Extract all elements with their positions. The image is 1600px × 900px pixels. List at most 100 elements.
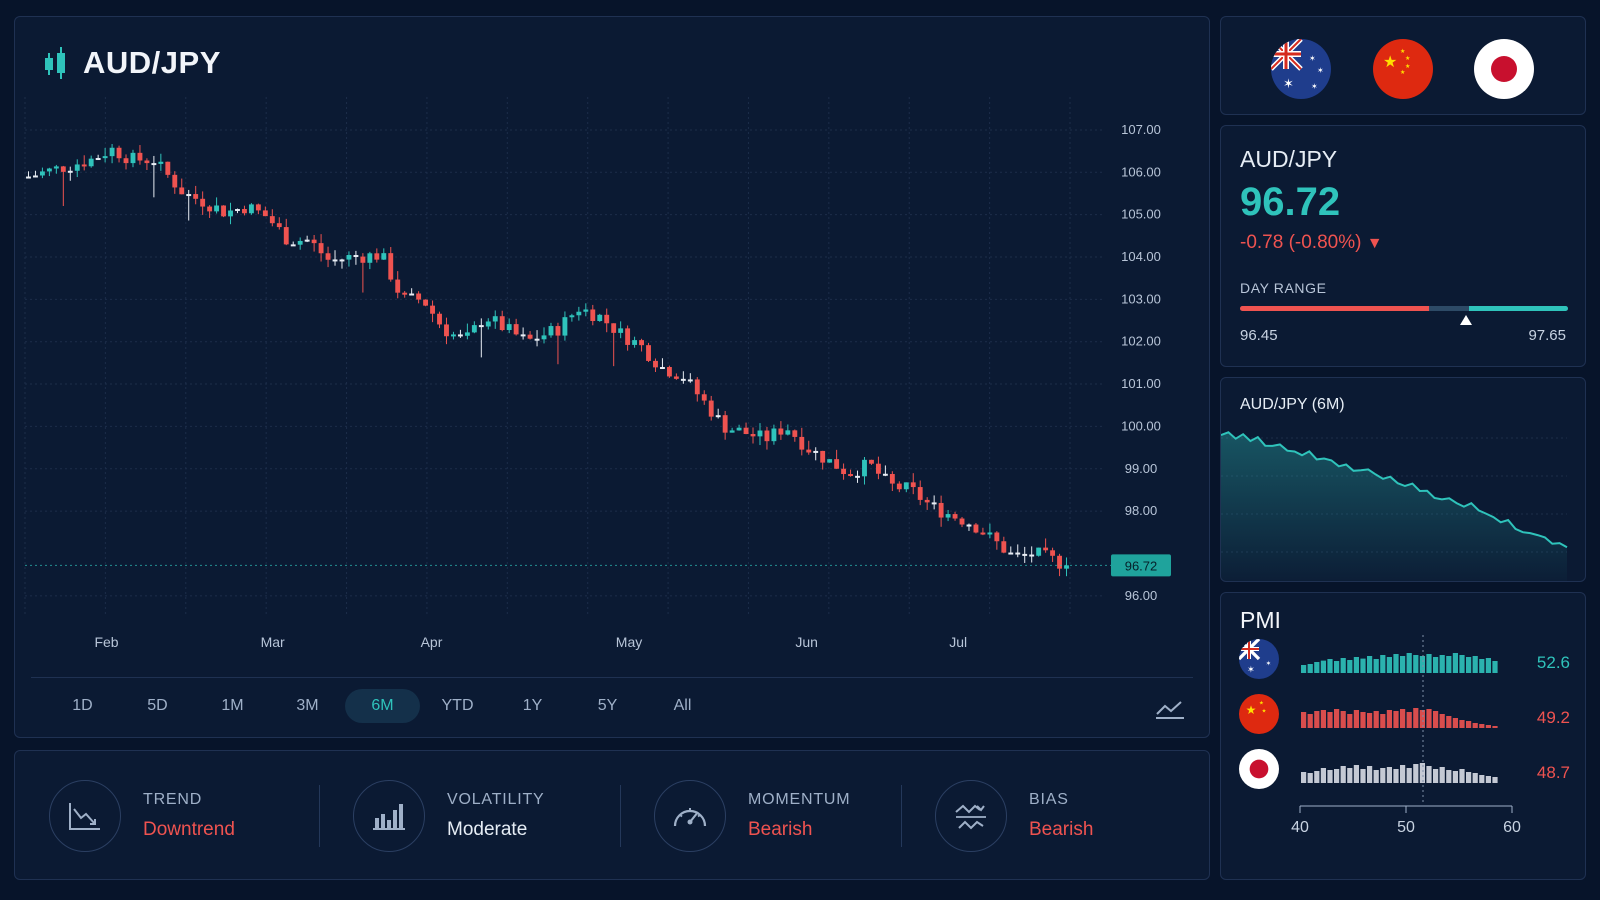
candle-body [60,166,66,172]
timeframe-1y[interactable]: 1Y [495,689,570,723]
pmi-bar [1307,714,1313,728]
mini-chart-panel[interactable]: AUD/JPY (6M) [1220,377,1586,582]
y-tick-label: 105.00 [1121,207,1161,222]
candle-body [95,158,101,161]
candle-body [402,292,408,295]
candle-body [639,340,644,346]
candle-body [346,255,352,260]
pmi-bar [1472,723,1478,728]
indicator-volatility-value: Moderate [447,819,528,840]
mini-area-chart [1221,431,1568,581]
x-tick-label: Mar [261,634,285,650]
indicator-separator [901,785,902,847]
pmi-bar [1413,655,1419,673]
candle-body [33,175,38,178]
indicator-momentum[interactable]: MOMENTUM Bearish [654,751,850,881]
timeframe-5d[interactable]: 5D [120,689,195,723]
day-range-high: 97.65 [1528,327,1566,344]
pmi-bar [1340,766,1346,783]
candle-body [618,328,624,333]
pmi-bar [1406,712,1412,728]
pmi-bar [1466,657,1472,673]
candle-body [959,518,965,525]
candle-body [53,166,59,169]
candle-body [423,299,429,306]
indicator-bias[interactable]: BIAS Bearish [935,751,1093,881]
candle-body [381,253,387,260]
pmi-bar [1314,662,1320,673]
candle-body [416,293,422,300]
indicator-trend[interactable]: TREND Downtrend [49,751,235,881]
candle-body [67,170,73,173]
candle-body [855,475,860,478]
candle-body [875,463,881,474]
quote-panel: AUD/JPY 96.72 -0.78 (-0.80%) ▼ DAY RANGE… [1220,125,1586,367]
candle-body [653,360,658,368]
pmi-bar [1380,655,1386,673]
timeframe-6m[interactable]: 6M [345,689,420,723]
candle-body [1057,555,1062,569]
pmi-bar [1373,770,1379,783]
japan-flag-icon[interactable] [1474,39,1534,99]
line-chart-type-icon[interactable] [1153,697,1187,721]
candle-body [186,194,192,197]
candle-body [966,524,972,527]
candle-body [778,428,784,435]
candlestick-chart[interactable]: 107.00 106.00 105.00 104.00 103.00 102.00 101.… [15,17,1211,667]
pmi-bar [1360,712,1366,728]
bar-chart-icon [373,804,405,830]
indicator-volatility-label: VOLATILITY [447,791,545,808]
candle-body [74,164,80,171]
candle-body [102,156,108,159]
timeframe-1m[interactable]: 1M [195,689,270,723]
indicator-volatility[interactable]: VOLATILITY Moderate [353,751,545,881]
pmi-bar [1393,711,1399,728]
pmi-bar [1353,710,1359,728]
pmi-bar [1446,716,1452,728]
pmi-bar [1373,659,1379,673]
pmi-bar [1393,654,1399,673]
timeframe-all[interactable]: All [645,689,720,723]
pmi-bar [1472,773,1478,783]
pmi-bar [1400,656,1406,673]
candle-body [827,459,833,463]
timeframe-5y[interactable]: 5Y [570,689,645,723]
pmi-value-china: 49.2 [1536,708,1570,727]
pmi-bar [1485,658,1491,673]
day-range-fill-up [1469,306,1568,311]
timeframe-ytd[interactable]: YTD [420,689,495,723]
pmi-bar [1419,763,1425,783]
svg-text:★: ★ [1383,54,1397,71]
candle-body [297,240,303,245]
candle-body [757,430,763,437]
pmi-bar [1492,777,1498,783]
candle-body [255,204,261,211]
y-tick-label: 99.00 [1125,461,1158,476]
australia-flag-icon[interactable]: ✶ ✶ ✶ ✶ [1271,39,1331,99]
pmi-bar [1301,712,1307,728]
candle-body [813,450,819,453]
candle-body [276,223,282,228]
pmi-bar [1334,661,1340,673]
candle-body [207,206,213,212]
indicator-separator [620,785,621,847]
quote-price: 96.72 [1240,180,1341,224]
candle-body [485,321,491,327]
timeframe-3m[interactable]: 3M [270,689,345,723]
candle-body [1008,552,1014,555]
timeframe-1d[interactable]: 1D [45,689,120,723]
indicator-trend-value: Downtrend [143,819,235,840]
candle-body [889,474,895,484]
candle-body [144,160,150,164]
pmi-bar [1419,710,1425,728]
candle-body [109,147,115,157]
candle-body [611,323,617,333]
pmi-bar [1406,653,1412,673]
pmi-bar [1334,709,1340,728]
candle-body [165,161,171,175]
china-flag-icon[interactable]: ★ ★ ★ ★ ★ [1373,39,1433,99]
candle-body [123,158,129,164]
pmi-bar [1393,769,1399,783]
candle-body [785,430,791,435]
pmi-bar [1466,721,1472,728]
